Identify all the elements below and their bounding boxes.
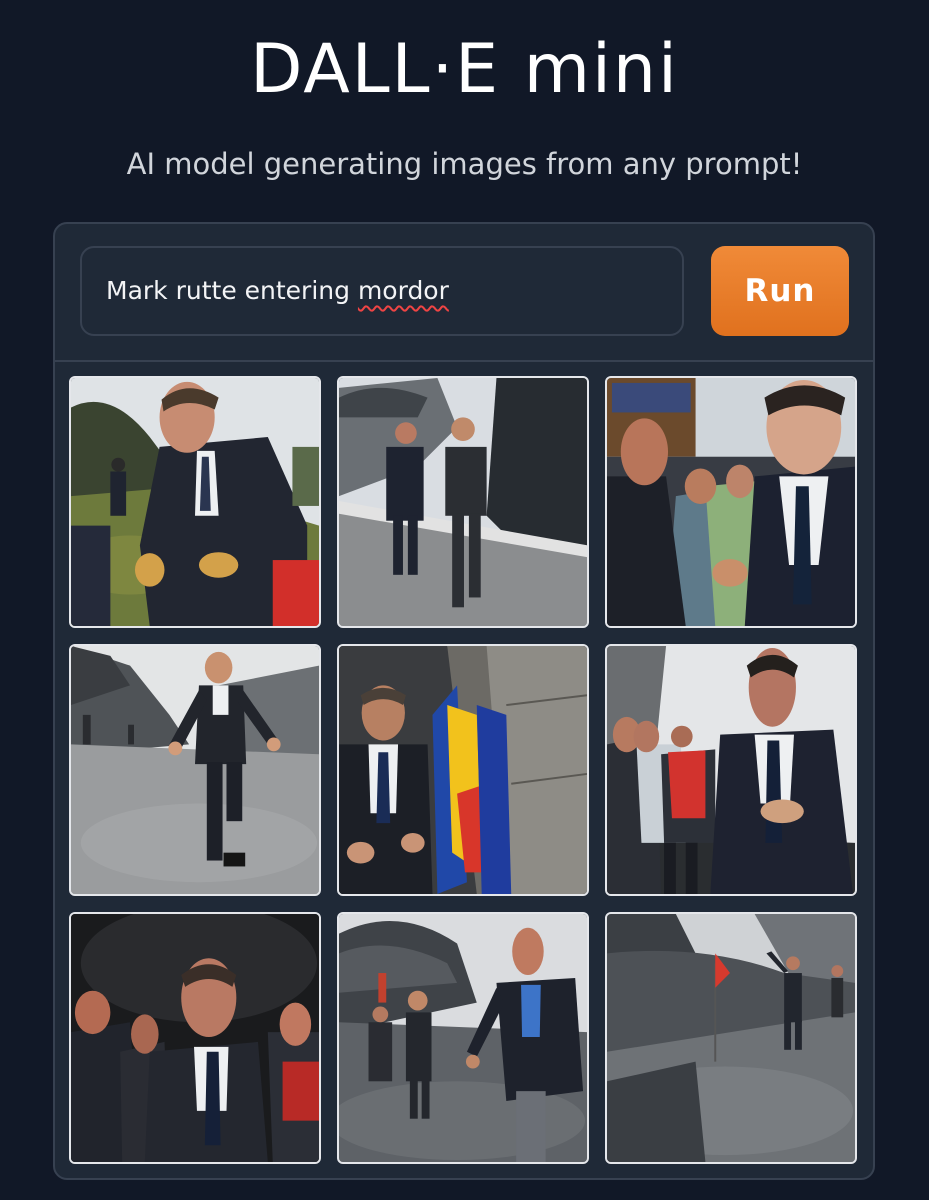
result-image[interactable] <box>69 912 321 1164</box>
generated-image-icon <box>607 914 855 1162</box>
generated-image-icon <box>339 378 587 626</box>
app-page: DALL·E mini AI model generating images f… <box>0 0 929 1200</box>
generated-image-icon <box>607 646 855 894</box>
generated-image-icon <box>71 646 319 894</box>
misspelled-word: mordor <box>357 276 449 305</box>
results-grid <box>69 376 861 1168</box>
generator-panel: Mark rutte entering mordor Run <box>53 222 875 1180</box>
generated-image-icon <box>71 914 319 1162</box>
generated-image-icon <box>607 378 855 626</box>
result-image[interactable] <box>337 376 589 628</box>
run-button[interactable]: Run <box>711 246 849 336</box>
generated-image-icon <box>71 378 319 626</box>
prompt-row: Mark rutte entering mordor Run <box>55 224 873 362</box>
page-title: DALL·E mini <box>250 30 679 109</box>
result-image[interactable] <box>605 376 857 628</box>
result-image[interactable] <box>69 644 321 896</box>
result-image[interactable] <box>605 912 857 1164</box>
result-image[interactable] <box>69 376 321 628</box>
result-image[interactable] <box>337 912 589 1164</box>
result-image[interactable] <box>605 644 857 896</box>
prompt-text: Mark rutte entering <box>106 276 358 305</box>
result-image[interactable] <box>337 644 589 896</box>
page-subtitle: AI model generating images from any prom… <box>126 147 803 181</box>
generated-image-icon <box>339 914 587 1162</box>
prompt-input[interactable]: Mark rutte entering mordor <box>80 246 684 336</box>
generated-image-icon <box>339 646 587 894</box>
